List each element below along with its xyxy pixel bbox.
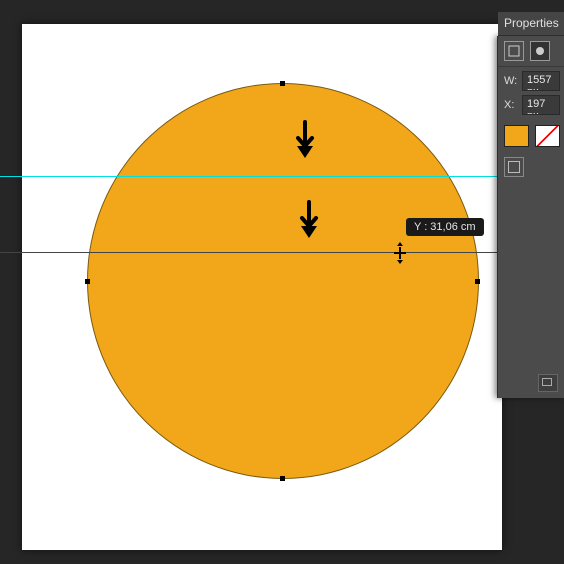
anchor-bottom[interactable]	[280, 476, 285, 481]
ellipse-shape[interactable]	[87, 83, 479, 479]
anchor-left[interactable]	[85, 279, 90, 284]
align-row	[498, 151, 564, 181]
panel-extra-icon[interactable]	[538, 374, 558, 392]
move-guide-cursor-icon	[392, 245, 408, 261]
width-input[interactable]: 1557 px	[522, 71, 560, 91]
mask-mode-icon[interactable]	[530, 41, 550, 61]
width-label: W:	[504, 75, 518, 87]
x-input[interactable]: 197 px	[522, 95, 560, 115]
horizontal-guide-dragging[interactable]	[0, 252, 564, 253]
path-align-icon[interactable]	[504, 157, 524, 177]
horizontal-guide[interactable]	[0, 176, 564, 177]
properties-panel-tab[interactable]: Properties	[498, 12, 564, 36]
x-field-row: X: 197 px	[498, 91, 564, 115]
anchor-right[interactable]	[475, 279, 480, 284]
panel-footer	[538, 374, 558, 392]
down-arrow-icon	[299, 200, 319, 240]
width-field-row: W: 1557 px	[498, 67, 564, 91]
anchor-top[interactable]	[280, 81, 285, 86]
down-arrow-icon	[295, 120, 315, 160]
shape-type-row	[498, 36, 564, 67]
appearance-row	[498, 115, 564, 151]
canvas-workspace[interactable]: Y : 31,06 cm Properties W: 1557 px X: 19…	[0, 0, 564, 564]
fill-color-swatch[interactable]	[504, 125, 529, 147]
x-label: X:	[504, 99, 518, 111]
artboard[interactable]	[22, 24, 502, 550]
guide-position-tooltip: Y : 31,06 cm	[406, 218, 484, 236]
live-shape-icon[interactable]	[504, 41, 524, 61]
properties-panel[interactable]: Properties W: 1557 px X: 197 px	[497, 36, 564, 398]
stroke-color-swatch[interactable]	[535, 125, 560, 147]
